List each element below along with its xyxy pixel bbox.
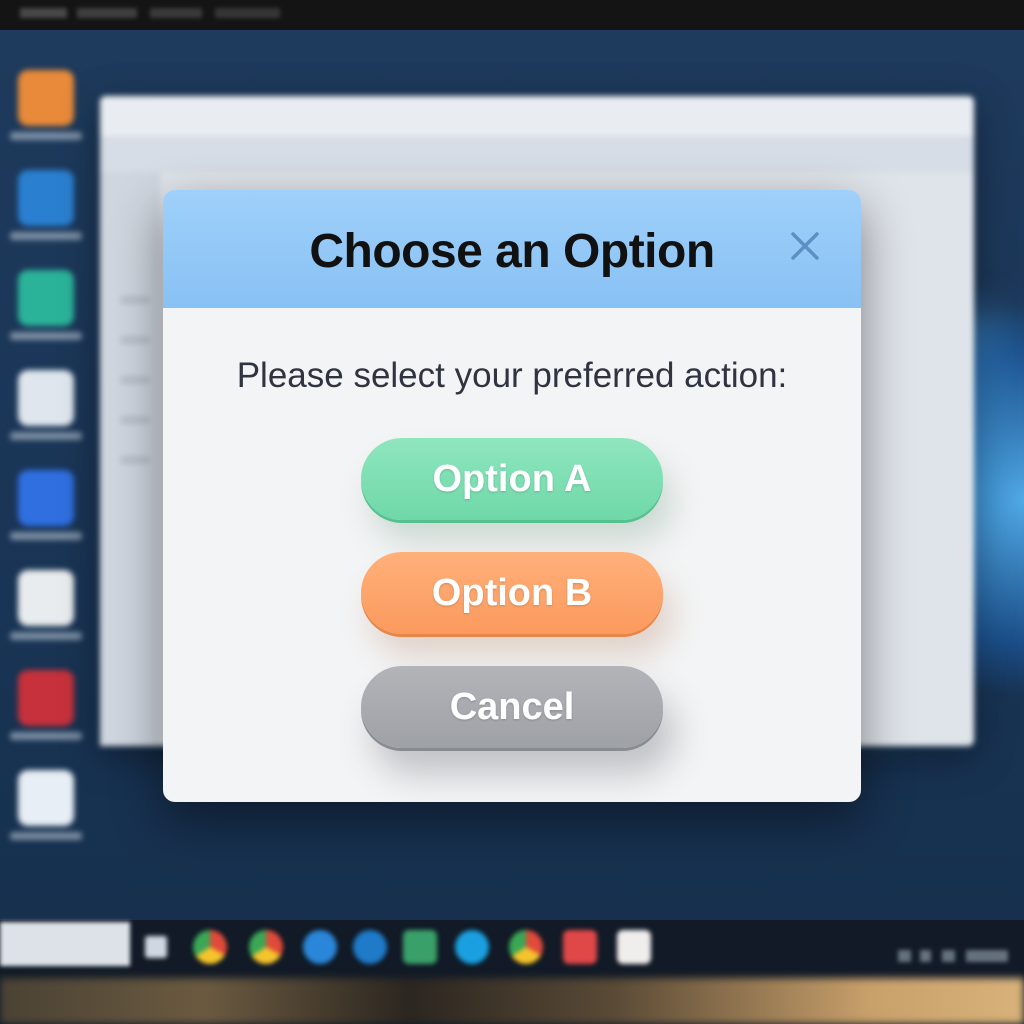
dialog-title: Choose an Option: [309, 225, 715, 278]
desktop-icon[interactable]: [10, 70, 82, 140]
chrome-icon[interactable]: [193, 930, 227, 964]
choose-option-dialog: Choose an Option Please select your pref…: [163, 190, 861, 802]
desk-surface-blur: [0, 978, 1024, 1024]
taskbar: [0, 920, 1024, 978]
monitor-top-bar: [0, 0, 1024, 30]
dialog-prompt: Please select your preferred action:: [236, 356, 788, 395]
dialog-header: Choose an Option: [163, 190, 861, 308]
desktop-icon[interactable]: [10, 370, 82, 440]
close-icon[interactable]: [785, 226, 825, 266]
app-icon[interactable]: [563, 930, 597, 964]
desktop-icon[interactable]: [10, 770, 82, 840]
system-tray[interactable]: [898, 950, 1008, 962]
desktop-icon[interactable]: [10, 270, 82, 340]
blurred-window-controls: [944, 8, 1004, 20]
chrome-icon[interactable]: [249, 930, 283, 964]
chrome-icon[interactable]: [509, 930, 543, 964]
start-icon[interactable]: [145, 936, 167, 958]
app-icon[interactable]: [303, 930, 337, 964]
chrome-desktop-icon[interactable]: [10, 570, 82, 640]
desktop-icon-column: [0, 70, 100, 860]
option-a-button[interactable]: Option A: [361, 438, 663, 520]
desktop-icon[interactable]: [10, 470, 82, 540]
desktop-icon[interactable]: [10, 170, 82, 240]
edge-icon[interactable]: [455, 930, 489, 964]
taskbar-search-box[interactable]: [0, 922, 130, 966]
option-b-button[interactable]: Option B: [361, 552, 663, 634]
app-icon[interactable]: [403, 930, 437, 964]
blurred-title-text: [20, 8, 280, 18]
desktop-icon[interactable]: [10, 670, 82, 740]
edge-icon[interactable]: [353, 930, 387, 964]
app-icon[interactable]: [617, 930, 651, 964]
cancel-button[interactable]: Cancel: [361, 666, 663, 748]
